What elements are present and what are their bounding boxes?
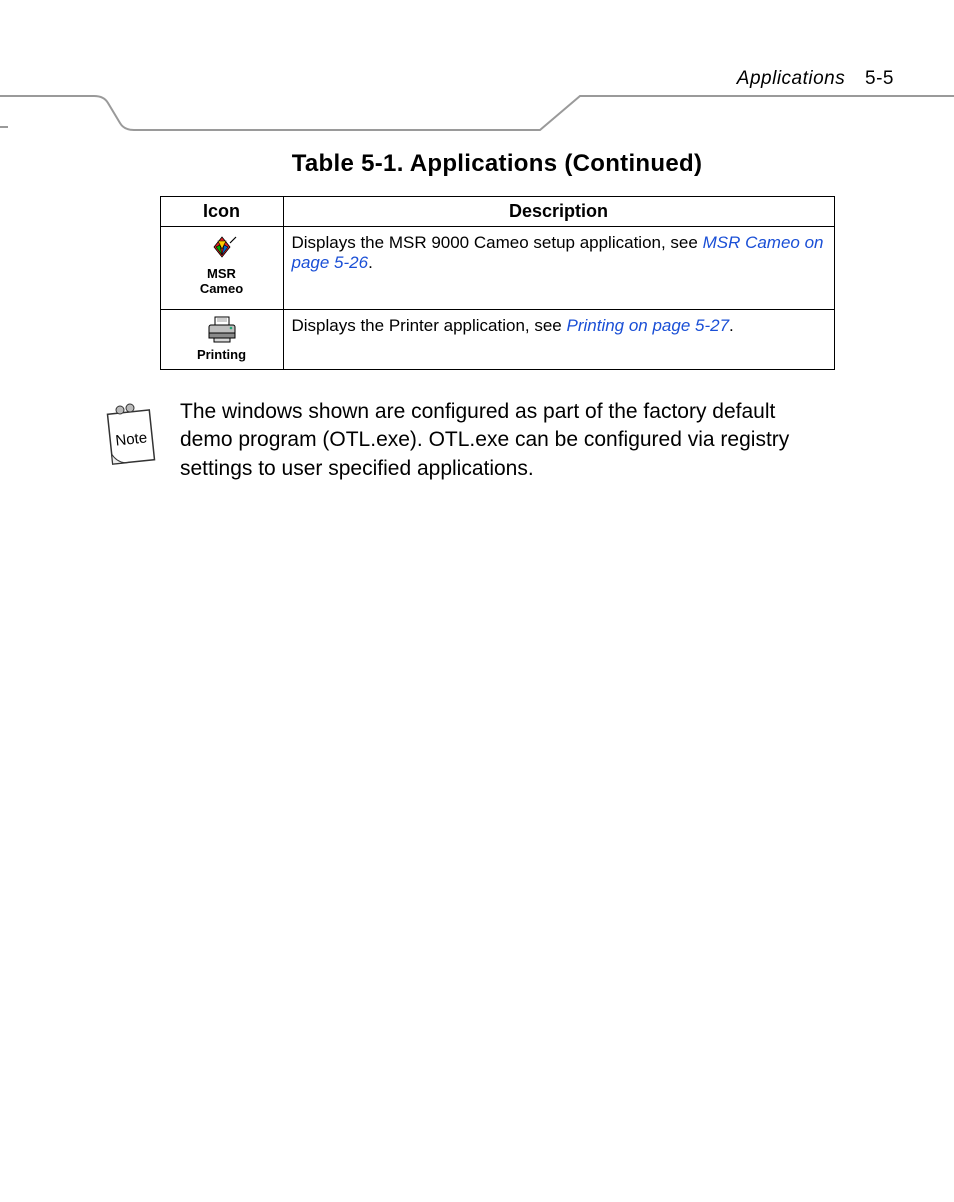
- table-row: Printing Displays the Printer applicatio…: [160, 310, 834, 370]
- xref-link-printing[interactable]: Printing on page 5-27: [566, 316, 729, 335]
- col-header-icon: Icon: [160, 197, 283, 227]
- description-text: Displays the MSR 9000 Cameo setup applic…: [292, 233, 703, 252]
- icon-label: MSR Cameo: [165, 267, 279, 297]
- printer-icon: [165, 316, 279, 346]
- description-cell: Displays the Printer application, see Pr…: [283, 310, 834, 370]
- applications-table: Icon Description: [160, 196, 835, 370]
- col-header-description: Description: [283, 197, 834, 227]
- icon-cell-msr-cameo: MSR Cameo: [160, 227, 283, 310]
- msr-cameo-icon: [165, 233, 279, 265]
- icon-cell-printing: Printing: [160, 310, 283, 370]
- description-text: Displays the Printer application, see: [292, 316, 567, 335]
- note-block: Note The windows shown are configured as…: [100, 398, 894, 483]
- running-header: Applications 5-5: [737, 68, 894, 90]
- table-row: MSR Cameo Displays the MSR 9000 Cameo se…: [160, 227, 834, 310]
- icon-label: Printing: [165, 348, 279, 363]
- page-content: Table 5-1. Applications (Continued) Icon…: [0, 140, 954, 483]
- table-caption: Table 5-1. Applications (Continued): [100, 150, 894, 178]
- note-text: The windows shown are configured as part…: [180, 398, 810, 483]
- note-icon: Note: [100, 398, 162, 481]
- running-page-number: 5-5: [865, 68, 894, 89]
- description-cell: Displays the MSR 9000 Cameo setup applic…: [283, 227, 834, 310]
- note-label-text: Note: [115, 429, 148, 449]
- running-section: Applications: [737, 68, 845, 89]
